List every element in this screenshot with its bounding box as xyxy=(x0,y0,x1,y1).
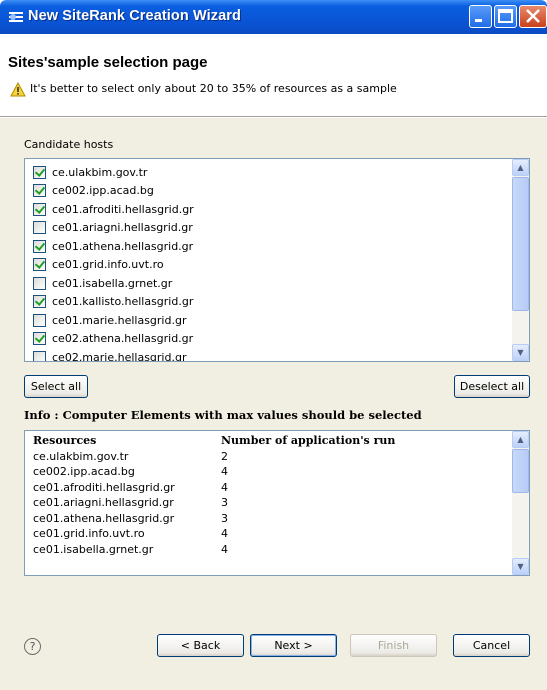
resource-name: ce01.isabella.grnet.gr xyxy=(33,542,154,556)
info-label: Info : Computer Elements with max values… xyxy=(24,408,422,422)
close-button[interactable] xyxy=(519,5,547,28)
host-name: ce01.grid.info.uvt.ro xyxy=(52,258,164,272)
host-checkbox[interactable] xyxy=(33,332,46,346)
header-resources: Resources xyxy=(33,434,97,447)
scroll-up-button[interactable]: ▲ xyxy=(512,431,529,448)
resource-name: ce.ulakbim.gov.tr xyxy=(33,449,129,463)
window-title: New SiteRank Creation Wizard xyxy=(28,8,241,24)
chevron-down-icon: ▼ xyxy=(517,348,524,357)
maximize-button[interactable] xyxy=(494,5,517,28)
table-row: ce.ulakbim.gov.tr 2 xyxy=(25,449,529,465)
run-count: 4 xyxy=(221,542,228,556)
host-list-item[interactable]: ce02.athena.hellasgrid.gr xyxy=(25,330,529,349)
candidate-hosts-label: Candidate hosts xyxy=(24,138,114,151)
wizard-body: Candidate hosts ce.ulakbim.gov.tr ce002.i… xyxy=(0,118,547,690)
host-list-item[interactable]: ce01.kallisto.hellasgrid.gr xyxy=(25,293,529,312)
host-name: ce02.athena.hellasgrid.gr xyxy=(52,332,194,346)
host-list-item[interactable]: ce01.isabella.grnet.gr xyxy=(25,274,529,293)
table-row: ce01.isabella.grnet.gr 4 xyxy=(25,542,529,558)
resource-name: ce01.afroditi.hellasgrid.gr xyxy=(33,480,175,494)
host-name: ce01.kallisto.hellasgrid.gr xyxy=(52,295,194,309)
host-name: ce01.isabella.grnet.gr xyxy=(52,276,173,290)
maximize-icon xyxy=(498,9,513,23)
resource-name: ce01.athena.hellasgrid.gr xyxy=(33,511,175,525)
host-checkbox[interactable] xyxy=(33,239,46,253)
resource-name: ce002.ipp.acad.bg xyxy=(33,465,135,478)
host-name: ce002.ipp.acad.bg xyxy=(52,184,154,198)
host-list-item[interactable]: ce002.ipp.acad.bg xyxy=(25,182,529,201)
resources-table[interactable]: Resources Number of application's run ce… xyxy=(24,430,530,576)
table-row: ce01.afroditi.hellasgrid.gr 4 xyxy=(25,480,529,496)
host-name: ce01.afroditi.hellasgrid.gr xyxy=(52,202,194,216)
host-checkbox[interactable] xyxy=(33,202,46,216)
host-list-item[interactable]: ce01.ariagni.hellasgrid.gr xyxy=(25,219,529,238)
chevron-down-icon: ▼ xyxy=(517,562,524,571)
table-row: ce01.ariagni.hellasgrid.gr 3 xyxy=(25,495,529,511)
warning-icon xyxy=(10,82,26,97)
scroll-down-button[interactable]: ▼ xyxy=(512,558,529,575)
next-button[interactable]: Next > xyxy=(250,634,337,657)
chevron-up-icon: ▲ xyxy=(517,435,524,444)
table-row: ce01.athena.hellasgrid.gr 3 xyxy=(25,511,529,527)
resource-name: ce01.grid.info.uvt.ro xyxy=(33,527,145,540)
host-name: ce.ulakbim.gov.tr xyxy=(52,165,148,179)
finish-button[interactable]: Finish xyxy=(350,634,437,657)
cancel-button[interactable]: Cancel xyxy=(453,634,530,657)
host-list-item[interactable]: ce.ulakbim.gov.tr xyxy=(25,163,529,182)
host-checkbox[interactable] xyxy=(33,276,46,290)
host-checkbox[interactable] xyxy=(33,350,46,361)
run-count: 4 xyxy=(221,465,228,478)
hosts-scrollbar[interactable]: ▲ ▼ xyxy=(512,159,529,361)
table-row: ce01.grid.info.uvt.ro 4 xyxy=(25,526,529,542)
scroll-down-button[interactable]: ▼ xyxy=(512,344,529,361)
table-row: ce002.ipp.acad.bg 4 xyxy=(25,464,529,480)
host-name: ce02.marie.hellasgrid.gr xyxy=(52,350,187,362)
scroll-up-button[interactable]: ▲ xyxy=(512,159,529,176)
host-name: ce01.ariagni.hellasgrid.gr xyxy=(52,221,193,235)
run-count: 4 xyxy=(221,527,228,540)
host-name: ce01.marie.hellasgrid.gr xyxy=(52,313,187,327)
host-list-item[interactable]: ce01.athena.hellasgrid.gr xyxy=(25,237,529,256)
chevron-up-icon: ▲ xyxy=(517,163,524,172)
run-count: 4 xyxy=(221,480,228,494)
wizard-icon xyxy=(9,12,23,22)
host-checkbox[interactable] xyxy=(33,313,46,327)
run-count: 3 xyxy=(221,511,228,525)
host-checkbox[interactable] xyxy=(33,165,46,179)
host-checkbox[interactable] xyxy=(33,295,46,309)
host-checkbox[interactable] xyxy=(33,184,46,198)
host-checkbox[interactable] xyxy=(33,221,46,235)
host-name: ce01.athena.hellasgrid.gr xyxy=(52,239,194,253)
resource-name: ce01.ariagni.hellasgrid.gr xyxy=(33,496,174,509)
title-bar: New SiteRank Creation Wizard xyxy=(0,0,547,34)
resources-scrollbar[interactable]: ▲ ▼ xyxy=(512,431,529,575)
deselect-all-button[interactable]: Deselect all xyxy=(454,375,530,398)
candidate-hosts-list[interactable]: ce.ulakbim.gov.tr ce002.ipp.acad.bg ce01.a… xyxy=(24,158,530,362)
host-list-item[interactable]: ce01.grid.info.uvt.ro xyxy=(25,256,529,275)
host-list-item[interactable]: ce01.marie.hellasgrid.gr xyxy=(25,311,529,330)
page-title: Sites'sample selection page xyxy=(8,54,208,71)
host-list-item[interactable]: ce02.marie.hellasgrid.gr xyxy=(25,348,529,362)
host-checkbox[interactable] xyxy=(33,258,46,272)
run-count: 3 xyxy=(221,496,228,509)
back-button[interactable]: < Back xyxy=(157,634,244,657)
wizard-header: Sites'sample selection page It's better … xyxy=(0,34,547,116)
minimize-button[interactable] xyxy=(469,5,492,28)
table-header: Resources Number of application's run xyxy=(25,433,529,449)
minimize-icon xyxy=(475,19,482,22)
help-icon[interactable]: ? xyxy=(24,638,41,655)
warning-message: It's better to select only about 20 to 3… xyxy=(30,82,397,95)
select-all-button[interactable]: Select all xyxy=(24,375,88,398)
header-runs: Number of application's run xyxy=(221,434,396,447)
close-icon xyxy=(526,9,540,23)
run-count: 2 xyxy=(221,449,228,463)
host-list-item[interactable]: ce01.afroditi.hellasgrid.gr xyxy=(25,200,529,219)
scroll-thumb[interactable] xyxy=(512,177,529,311)
scroll-thumb[interactable] xyxy=(512,449,529,493)
